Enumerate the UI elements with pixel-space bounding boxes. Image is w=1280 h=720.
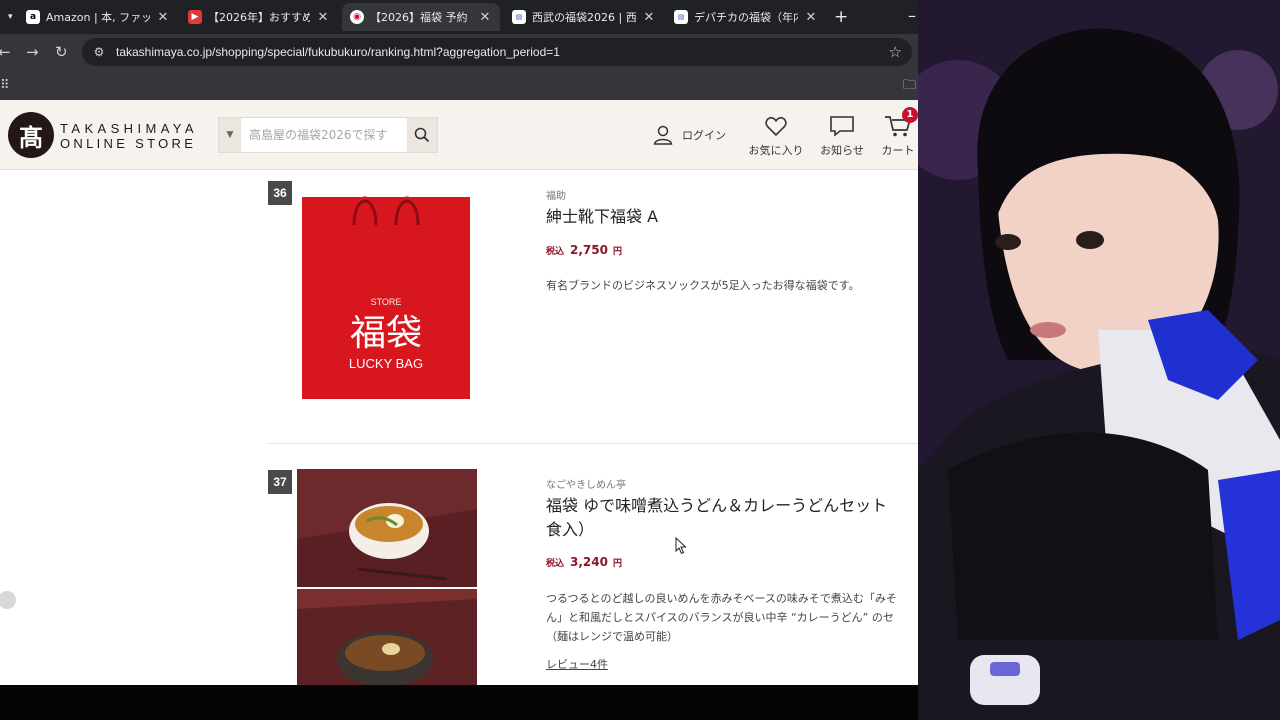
depachika-favicon-icon: ▤ (674, 10, 688, 24)
close-icon[interactable]: ✕ (156, 10, 170, 25)
apps-grid-icon[interactable]: ⠿ (0, 78, 10, 93)
heart-icon (765, 117, 787, 137)
notices-link[interactable]: お知らせ (815, 114, 869, 158)
bag-kanji-text: 福袋 (350, 313, 422, 354)
forward-icon[interactable]: → (26, 43, 39, 61)
tab-title: 【2026年】おすすめ福袋 (208, 11, 310, 24)
tax-label: 税込 (546, 247, 565, 257)
bag-lucky-text: LUCKY BAG (349, 356, 423, 371)
ranking-list: 36 STORE 福袋 LUCKY BAG 福助 紳士靴下福袋 A 税込 2,7… (0, 171, 918, 685)
tab-amazon[interactable]: a Amazon | 本, ファッション ✕ (18, 3, 178, 31)
tax-label: 税込 (546, 559, 565, 569)
cart-label: カート (881, 144, 915, 157)
folder-icon[interactable]: 🗀 (903, 76, 916, 98)
amazon-favicon-icon: a (26, 10, 40, 24)
product-name-line: 食入） (546, 520, 595, 539)
caret-down-icon: ▼ (226, 130, 234, 140)
close-icon[interactable]: ✕ (478, 10, 492, 25)
user-icon (653, 125, 673, 145)
play-favicon-icon: ▶ (188, 10, 202, 24)
description-line: つるつるとのど越しの良いめんを赤みそベースの味みそで煮込む「みそ (546, 592, 897, 605)
cart-count-badge: 1 (902, 107, 918, 123)
price-value: 2,750 (570, 243, 608, 257)
taskbar-strip (0, 685, 918, 720)
curry-udon-photo[interactable] (297, 589, 477, 685)
mouse-cursor-icon (675, 537, 687, 555)
search-box: ▼ (218, 117, 438, 153)
lucky-bag-image[interactable]: STORE 福袋 LUCKY BAG (302, 195, 470, 399)
product-name[interactable]: 福袋 ゆで味噌煮込うどん＆カレーうどんセット 食入） (546, 494, 887, 542)
price-value: 3,240 (570, 555, 608, 569)
divider (268, 443, 918, 444)
screen: ▾ a Amazon | 本, ファッション ✕ ▶ 【2026年】おすすめ福袋… (0, 0, 1280, 720)
tab-takashimaya[interactable]: ◉ 【2026】福袋 予約・通販 ✕ (342, 3, 500, 31)
takashimaya-logo-text[interactable]: TAKASHIMAYA ONLINE STORE (60, 121, 198, 151)
tab-osusume[interactable]: ▶ 【2026年】おすすめ福袋 ✕ (180, 3, 338, 31)
login-label: ログイン (682, 129, 726, 142)
bag-store-text: STORE (371, 297, 402, 307)
tab-title: Amazon | 本, ファッション (46, 11, 150, 24)
logo-line-1: TAKASHIMAYA (60, 121, 198, 136)
rank-badge: 37 (268, 470, 292, 494)
browser-window: ▾ a Amazon | 本, ファッション ✕ ▶ 【2026年】おすすめ福袋… (0, 0, 918, 685)
browser-toolbar: ← → ↻ ⚙ takashimaya.co.jp/shopping/speci… (0, 34, 918, 70)
yen-label: 円 (612, 247, 622, 257)
product-brand[interactable]: 福助 (546, 187, 566, 202)
streamer-video (918, 0, 1280, 720)
search-icon (414, 127, 430, 143)
description-line: （麺はレンジで温め可能） (546, 630, 678, 643)
tab-seibu[interactable]: ▤ 西武の福袋2026 | 西武 ✕ (504, 3, 664, 31)
close-icon[interactable]: ✕ (642, 10, 656, 25)
yen-label: 円 (612, 559, 622, 569)
product-description: つるつるとのど越しの良いめんを赤みそベースの味みそで煮込む「みそ ん」と和風だし… (546, 589, 897, 646)
bookmark-star-icon[interactable]: ☆ (889, 43, 902, 61)
miso-udon-photo[interactable] (297, 469, 477, 587)
site-info-icon[interactable]: ⚙ (88, 45, 110, 59)
udon-bowl-image (297, 469, 477, 587)
search-input[interactable] (241, 120, 407, 150)
rank-badge: 36 (268, 181, 292, 205)
description-line: ん」と和風だしとスパイスのバランスが良い中辛 “カレーうどん” のセ (546, 611, 894, 624)
minimize-icon[interactable]: – (908, 6, 916, 25)
close-icon[interactable]: ✕ (316, 10, 330, 25)
tab-title: 西武の福袋2026 | 西武 (532, 11, 636, 24)
login-link[interactable]: ログイン (652, 124, 726, 146)
reload-icon[interactable]: ↻ (55, 43, 68, 61)
webcam-overlay (918, 0, 1280, 720)
tab-bar: ▾ a Amazon | 本, ファッション ✕ ▶ 【2026年】おすすめ福袋… (0, 0, 918, 34)
description-line: 有名ブランドのビジネスソックスが5足入ったお得な福袋です。 (546, 279, 860, 292)
takashimaya-logo-mark[interactable]: 髙 (8, 112, 54, 158)
url-text: takashimaya.co.jp/shopping/special/fukub… (116, 45, 560, 59)
close-icon[interactable]: ✕ (804, 10, 818, 25)
site-header: 髙 TAKASHIMAYA ONLINE STORE ▼ ログイン お気に入り (0, 100, 918, 170)
bookmarks-bar: ⠿ 🗀 (0, 70, 918, 100)
new-tab-button[interactable]: + (834, 7, 848, 27)
review-link[interactable]: レビュー4件 (546, 656, 608, 672)
search-category-dropdown[interactable]: ▼ (219, 118, 241, 152)
logo-line-2: ONLINE STORE (60, 136, 197, 151)
product-description: 有名ブランドのビジネスソックスが5足入ったお得な福袋です。 (546, 276, 860, 295)
tab-depachika[interactable]: ▤ デパチカの福袋（年内販 ✕ (666, 3, 826, 31)
product-price: 税込 2,750 円 (546, 243, 622, 257)
curry-bowl-image (297, 589, 477, 685)
product-brand[interactable]: なごやきしめん亭 (546, 476, 626, 491)
product-name-line: 福袋 ゆで味噌煮込うどん＆カレーうどんセット (546, 496, 888, 515)
product-price: 税込 3,240 円 (546, 555, 622, 569)
notices-label: お知らせ (820, 144, 864, 157)
tab-title: 【2026】福袋 予約・通販 (370, 11, 472, 24)
back-icon[interactable]: ← (0, 43, 11, 61)
product-name[interactable]: 紳士靴下福袋 A (546, 205, 658, 229)
seibu-favicon-icon: ▤ (512, 10, 526, 24)
message-icon (830, 116, 854, 137)
tab-title: デパチカの福袋（年内販 (694, 11, 798, 24)
favorites-label: お気に入り (748, 144, 804, 157)
favorites-link[interactable]: お気に入り (746, 114, 806, 158)
chevron-down-icon: ▾ (8, 12, 13, 22)
search-button[interactable] (407, 118, 437, 152)
address-bar[interactable]: ⚙ takashimaya.co.jp/shopping/special/fuk… (82, 38, 912, 66)
takashimaya-favicon-icon: ◉ (350, 10, 364, 24)
